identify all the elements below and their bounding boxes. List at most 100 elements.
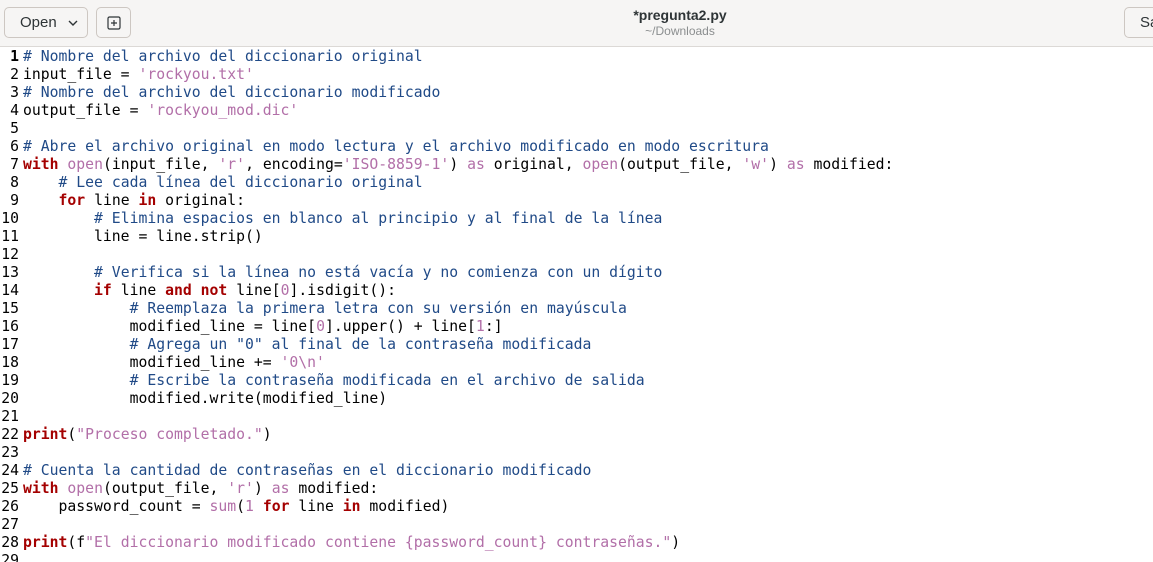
line-text[interactable]: # Verifica si la línea no está vacía y n… xyxy=(19,264,662,282)
code-line[interactable]: 13 # Verifica si la línea no está vacía … xyxy=(0,264,1153,282)
line-number: 7 xyxy=(10,156,19,173)
code-editor[interactable]: 1 # Nombre del archivo del diccionario or… xyxy=(0,47,1153,562)
line-text[interactable]: # Lee cada línea del diccionario origina… xyxy=(19,174,423,192)
line-text[interactable]: # Agrega un "0" al final de la contraseñ… xyxy=(19,336,592,354)
code-line[interactable]: 19 # Escribe la contraseña modificada en… xyxy=(0,372,1153,390)
keyword: in xyxy=(138,192,157,209)
code-line[interactable]: 8 # Lee cada línea del diccionario origi… xyxy=(0,174,1153,192)
line-number: 24 xyxy=(1,462,19,479)
file-title: *pregunta2.py xyxy=(633,7,727,23)
code-line[interactable]: 15 # Reemplaza la primera letra con su v… xyxy=(0,300,1153,318)
open-button[interactable]: Open xyxy=(4,7,88,38)
code-line[interactable]: 11 line = line.strip() xyxy=(0,228,1153,246)
code-line[interactable]: 4 output_file = 'rockyou_mod.dic' xyxy=(0,102,1153,120)
line-number: 8 xyxy=(10,174,19,191)
keyword: if xyxy=(94,282,112,299)
line-number: 20 xyxy=(1,390,19,407)
code-line[interactable]: 22 print("Proceso completado.") xyxy=(0,426,1153,444)
line-text[interactable]: # Escribe la contraseña modificada en el… xyxy=(19,372,645,390)
line-text[interactable]: password_count = sum(1 for line in modif… xyxy=(19,498,450,516)
line-text[interactable]: modified.write(modified_line) xyxy=(19,390,388,408)
line-text[interactable]: with open(output_file, 'r') as modified: xyxy=(19,480,378,498)
line-text[interactable]: print(f"El diccionario modificado contie… xyxy=(19,534,680,552)
code-line[interactable]: 27 xyxy=(0,516,1153,534)
code-content[interactable]: 1 # Nombre del archivo del diccionario or… xyxy=(0,48,1153,562)
code-line[interactable]: 12 xyxy=(0,246,1153,264)
line-text[interactable]: # Nombre del archivo del diccionario mod… xyxy=(19,84,440,102)
line-text[interactable]: # Nombre del archivo del diccionario ori… xyxy=(19,48,423,66)
code-line[interactable]: 18 modified_line += '0\n' xyxy=(0,354,1153,372)
code-line[interactable]: 6 # Abre el archivo original en modo lect… xyxy=(0,138,1153,156)
string-literal: 'rockyou_mod.dic' xyxy=(147,102,299,119)
new-tab-icon xyxy=(106,15,121,30)
code-line[interactable]: 25 with open(output_file, 'r') as modifie… xyxy=(0,480,1153,498)
line-number: 26 xyxy=(1,498,19,515)
keyword: with xyxy=(23,156,59,173)
line-text[interactable] xyxy=(19,444,23,462)
comment: # Agrega un "0" al final de la contraseñ… xyxy=(129,336,592,353)
line-text[interactable]: # Reemplaza la primera letra con su vers… xyxy=(19,300,627,318)
code-line[interactable]: 14 if line and not line[0].isdigit(): xyxy=(0,282,1153,300)
line-number: 17 xyxy=(1,336,19,353)
line-text[interactable] xyxy=(19,552,23,562)
line-text[interactable] xyxy=(19,516,23,534)
code-line[interactable]: 26 password_count = sum(1 for line in mo… xyxy=(0,498,1153,516)
code-line[interactable]: 2 input_file = 'rockyou.txt' xyxy=(0,66,1153,84)
string-literal: 'w' xyxy=(742,156,770,173)
comment: # Cuenta la cantidad de contraseñas en e… xyxy=(23,462,592,479)
code-text: modified: xyxy=(289,480,379,497)
comment: # Escribe la contraseña modificada en el… xyxy=(129,372,645,389)
code-line[interactable]: 23 xyxy=(0,444,1153,462)
code-text: modified: xyxy=(804,156,894,173)
builtin: open xyxy=(582,156,619,173)
line-text[interactable]: modified_line += '0\n' xyxy=(19,354,325,372)
line-text[interactable]: input_file = 'rockyou.txt' xyxy=(19,66,254,84)
line-number: 22 xyxy=(1,426,19,443)
code-line[interactable]: 9 for line in original: xyxy=(0,192,1153,210)
line-text[interactable]: with open(input_file, 'r', encoding='ISO… xyxy=(19,156,893,174)
code-line[interactable]: 24 # Cuenta la cantidad de contraseñas en… xyxy=(0,462,1153,480)
line-text[interactable]: # Abre el archivo original en modo lectu… xyxy=(19,138,769,156)
code-text: input_file = xyxy=(23,66,139,83)
code-line[interactable]: 16 modified_line = line[0].upper() + lin… xyxy=(0,318,1153,336)
save-button[interactable]: Sa xyxy=(1124,7,1153,38)
code-text: line = line.strip() xyxy=(23,228,263,245)
line-number: 25 xyxy=(1,480,19,497)
code-text: :] xyxy=(484,318,503,335)
line-number: 2 xyxy=(10,66,19,83)
line-text[interactable]: modified_line = line[0].upper() + line[1… xyxy=(19,318,503,336)
code-line[interactable]: 20 modified.write(modified_line) xyxy=(0,390,1153,408)
code-line[interactable]: 5 xyxy=(0,120,1153,138)
code-line[interactable]: 1 # Nombre del archivo del diccionario or… xyxy=(0,48,1153,66)
code-line[interactable]: 29 xyxy=(0,552,1153,562)
line-text[interactable] xyxy=(19,408,23,426)
code-line[interactable]: 17 # Agrega un "0" al final de la contra… xyxy=(0,336,1153,354)
code-text: (output_file, xyxy=(102,480,228,497)
line-text[interactable]: # Cuenta la cantidad de contraseñas en e… xyxy=(19,462,591,480)
keyword: in xyxy=(342,498,361,515)
file-path: ~/Downloads xyxy=(645,24,715,38)
line-number: 23 xyxy=(1,444,19,461)
code-text: ( xyxy=(67,426,77,443)
chevron-down-icon xyxy=(68,20,78,26)
code-line[interactable]: 21 xyxy=(0,408,1153,426)
line-text[interactable]: print("Proceso completado.") xyxy=(19,426,272,444)
code-line[interactable]: 28 print(f"El diccionario modificado cont… xyxy=(0,534,1153,552)
line-text[interactable]: # Elimina espacios en blanco al principi… xyxy=(19,210,662,228)
line-text[interactable]: output_file = 'rockyou_mod.dic' xyxy=(19,102,298,120)
line-number: 14 xyxy=(1,282,19,299)
line-text[interactable] xyxy=(19,246,23,264)
line-text[interactable]: line = line.strip() xyxy=(19,228,263,246)
line-text[interactable] xyxy=(19,120,23,138)
line-number: 28 xyxy=(1,534,19,551)
code-text: ].upper() + line[ xyxy=(324,318,476,335)
line-text[interactable]: for line in original: xyxy=(19,192,246,210)
code-line[interactable]: 10 # Elimina espacios en blanco al princ… xyxy=(0,210,1153,228)
line-text[interactable]: if line and not line[0].isdigit(): xyxy=(19,282,396,300)
new-tab-button[interactable] xyxy=(96,7,131,38)
code-line[interactable]: 7 with open(input_file, 'r', encoding='IS… xyxy=(0,156,1153,174)
code-line[interactable]: 3 # Nombre del archivo del diccionario mo… xyxy=(0,84,1153,102)
